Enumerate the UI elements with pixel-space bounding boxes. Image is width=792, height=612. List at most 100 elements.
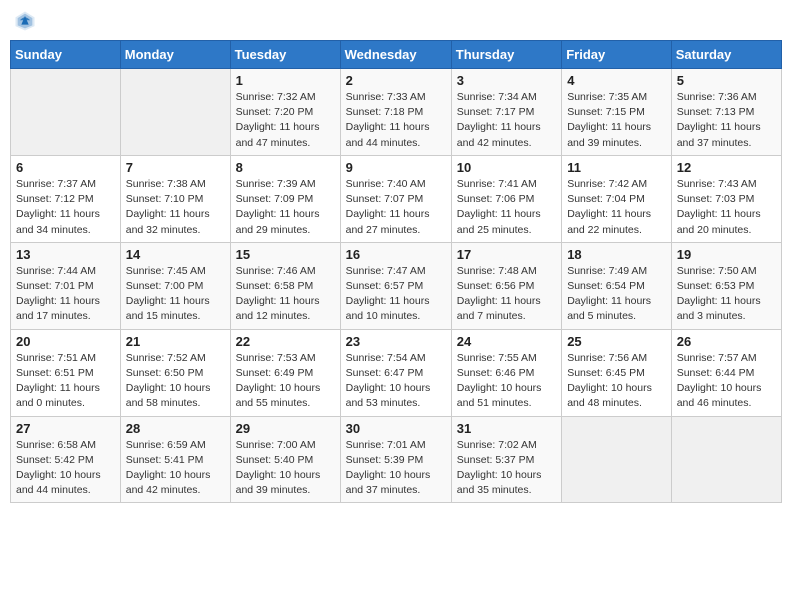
calendar-cell: 13 Sunrise: 7:44 AM Sunset: 7:01 PM Dayli… — [11, 242, 121, 329]
calendar-cell: 21 Sunrise: 7:52 AM Sunset: 6:50 PM Dayli… — [120, 329, 230, 416]
calendar-cell: 3 Sunrise: 7:34 AM Sunset: 7:17 PM Daylig… — [451, 69, 561, 156]
calendar-cell: 2 Sunrise: 7:33 AM Sunset: 7:18 PM Daylig… — [340, 69, 451, 156]
day-info: Sunrise: 7:54 AM Sunset: 6:47 PM Dayligh… — [346, 351, 446, 412]
calendar-cell: 18 Sunrise: 7:49 AM Sunset: 6:54 PM Dayli… — [562, 242, 672, 329]
day-info: Sunrise: 7:50 AM Sunset: 6:53 PM Dayligh… — [677, 264, 776, 325]
day-number: 13 — [16, 247, 115, 262]
week-row: 6 Sunrise: 7:37 AM Sunset: 7:12 PM Daylig… — [11, 155, 782, 242]
calendar-cell: 22Sunrise: 7:53 AM Sunset: 6:49 PM Dayli… — [230, 329, 340, 416]
calendar-cell: 12Sunrise: 7:43 AM Sunset: 7:03 PM Dayli… — [671, 155, 781, 242]
column-header-sunday: Sunday — [11, 41, 121, 69]
calendar-cell: 10 Sunrise: 7:41 AM Sunset: 7:06 PM Dayli… — [451, 155, 561, 242]
day-number: 16 — [346, 247, 446, 262]
day-number: 14 — [126, 247, 225, 262]
day-info: Sunrise: 7:02 AM Sunset: 5:37 PM Dayligh… — [457, 438, 556, 499]
day-number: 18 — [567, 247, 666, 262]
calendar-cell: 17 Sunrise: 7:48 AM Sunset: 6:56 PM Dayli… — [451, 242, 561, 329]
calendar-cell — [671, 416, 781, 503]
day-info: Sunrise: 7:34 AM Sunset: 7:17 PM Dayligh… — [457, 90, 556, 151]
calendar-cell: 28 Sunrise: 6:59 AM Sunset: 5:41 PM Dayli… — [120, 416, 230, 503]
column-header-friday: Friday — [562, 41, 672, 69]
week-row: 20 Sunrise: 7:51 AM Sunset: 6:51 PM Dayli… — [11, 329, 782, 416]
day-number: 17 — [457, 247, 556, 262]
day-info: Sunrise: 7:51 AM Sunset: 6:51 PM Dayligh… — [16, 351, 115, 412]
calendar-cell: 30Sunrise: 7:01 AM Sunset: 5:39 PM Dayli… — [340, 416, 451, 503]
calendar-cell: 7Sunrise: 7:38 AM Sunset: 7:10 PM Daylig… — [120, 155, 230, 242]
day-info: Sunrise: 7:46 AM Sunset: 6:58 PM Dayligh… — [236, 264, 335, 325]
day-info: Sunrise: 7:32 AM Sunset: 7:20 PM Dayligh… — [236, 90, 335, 151]
calendar-cell: 26 Sunrise: 7:57 AM Sunset: 6:44 PM Dayli… — [671, 329, 781, 416]
calendar-cell — [11, 69, 121, 156]
day-number: 19 — [677, 247, 776, 262]
day-info: Sunrise: 7:00 AM Sunset: 5:40 PM Dayligh… — [236, 438, 335, 499]
day-number: 6 — [16, 160, 115, 175]
day-info: Sunrise: 7:56 AM Sunset: 6:45 PM Dayligh… — [567, 351, 666, 412]
day-number: 4 — [567, 73, 666, 88]
calendar-cell: 1 Sunrise: 7:32 AM Sunset: 7:20 PM Daylig… — [230, 69, 340, 156]
calendar-cell: 24 Sunrise: 7:55 AM Sunset: 6:46 PM Dayli… — [451, 329, 561, 416]
logo — [14, 10, 38, 32]
day-info: Sunrise: 7:48 AM Sunset: 6:56 PM Dayligh… — [457, 264, 556, 325]
day-number: 26 — [677, 334, 776, 349]
day-info: Sunrise: 7:52 AM Sunset: 6:50 PM Dayligh… — [126, 351, 225, 412]
calendar-cell: 27 Sunrise: 6:58 AM Sunset: 5:42 PM Dayli… — [11, 416, 121, 503]
day-number: 20 — [16, 334, 115, 349]
day-number: 2 — [346, 73, 446, 88]
day-info: Sunrise: 7:40 AM Sunset: 7:07 PM Dayligh… — [346, 177, 446, 238]
calendar-cell: 25 Sunrise: 7:56 AM Sunset: 6:45 PM Dayli… — [562, 329, 672, 416]
column-header-thursday: Thursday — [451, 41, 561, 69]
day-number: 25 — [567, 334, 666, 349]
day-number: 8 — [236, 160, 335, 175]
week-row: 1 Sunrise: 7:32 AM Sunset: 7:20 PM Daylig… — [11, 69, 782, 156]
day-info: Sunrise: 7:36 AM Sunset: 7:13 PM Dayligh… — [677, 90, 776, 151]
day-info: Sunrise: 7:49 AM Sunset: 6:54 PM Dayligh… — [567, 264, 666, 325]
day-info: Sunrise: 7:57 AM Sunset: 6:44 PM Dayligh… — [677, 351, 776, 412]
day-number: 11 — [567, 160, 666, 175]
calendar-cell: 23Sunrise: 7:54 AM Sunset: 6:47 PM Dayli… — [340, 329, 451, 416]
day-number: 10 — [457, 160, 556, 175]
calendar-cell: 19 Sunrise: 7:50 AM Sunset: 6:53 PM Dayli… — [671, 242, 781, 329]
day-number: 28 — [126, 421, 225, 436]
day-info: Sunrise: 7:41 AM Sunset: 7:06 PM Dayligh… — [457, 177, 556, 238]
calendar-cell: 20 Sunrise: 7:51 AM Sunset: 6:51 PM Dayli… — [11, 329, 121, 416]
calendar-cell: 14 Sunrise: 7:45 AM Sunset: 7:00 PM Dayli… — [120, 242, 230, 329]
calendar-cell: 5 Sunrise: 7:36 AM Sunset: 7:13 PM Daylig… — [671, 69, 781, 156]
day-number: 12 — [677, 160, 776, 175]
calendar-table: SundayMondayTuesdayWednesdayThursdayFrid… — [10, 40, 782, 503]
day-number: 15 — [236, 247, 335, 262]
column-header-wednesday: Wednesday — [340, 41, 451, 69]
day-info: Sunrise: 7:35 AM Sunset: 7:15 PM Dayligh… — [567, 90, 666, 151]
calendar-cell: 4 Sunrise: 7:35 AM Sunset: 7:15 PM Daylig… — [562, 69, 672, 156]
calendar-cell: 9 Sunrise: 7:40 AM Sunset: 7:07 PM Daylig… — [340, 155, 451, 242]
day-info: Sunrise: 7:38 AM Sunset: 7:10 PM Dayligh… — [126, 177, 225, 238]
day-info: Sunrise: 7:37 AM Sunset: 7:12 PM Dayligh… — [16, 177, 115, 238]
column-header-tuesday: Tuesday — [230, 41, 340, 69]
calendar-cell: 16 Sunrise: 7:47 AM Sunset: 6:57 PM Dayli… — [340, 242, 451, 329]
day-number: 1 — [236, 73, 335, 88]
day-info: Sunrise: 7:01 AM Sunset: 5:39 PM Dayligh… — [346, 438, 446, 499]
day-info: Sunrise: 7:45 AM Sunset: 7:00 PM Dayligh… — [126, 264, 225, 325]
day-number: 27 — [16, 421, 115, 436]
day-info: Sunrise: 7:47 AM Sunset: 6:57 PM Dayligh… — [346, 264, 446, 325]
week-row: 27 Sunrise: 6:58 AM Sunset: 5:42 PM Dayli… — [11, 416, 782, 503]
calendar-cell: 8Sunrise: 7:39 AM Sunset: 7:09 PM Daylig… — [230, 155, 340, 242]
calendar-cell — [120, 69, 230, 156]
day-info: Sunrise: 7:42 AM Sunset: 7:04 PM Dayligh… — [567, 177, 666, 238]
day-number: 21 — [126, 334, 225, 349]
logo-icon — [14, 10, 36, 32]
day-info: Sunrise: 7:44 AM Sunset: 7:01 PM Dayligh… — [16, 264, 115, 325]
day-info: Sunrise: 6:58 AM Sunset: 5:42 PM Dayligh… — [16, 438, 115, 499]
calendar-cell: 29Sunrise: 7:00 AM Sunset: 5:40 PM Dayli… — [230, 416, 340, 503]
day-number: 24 — [457, 334, 556, 349]
day-number: 9 — [346, 160, 446, 175]
calendar-cell: 11 Sunrise: 7:42 AM Sunset: 7:04 PM Dayli… — [562, 155, 672, 242]
day-number: 3 — [457, 73, 556, 88]
day-number: 5 — [677, 73, 776, 88]
day-info: Sunrise: 7:33 AM Sunset: 7:18 PM Dayligh… — [346, 90, 446, 151]
day-info: Sunrise: 7:55 AM Sunset: 6:46 PM Dayligh… — [457, 351, 556, 412]
column-header-monday: Monday — [120, 41, 230, 69]
day-info: Sunrise: 6:59 AM Sunset: 5:41 PM Dayligh… — [126, 438, 225, 499]
day-number: 31 — [457, 421, 556, 436]
calendar-cell: 6 Sunrise: 7:37 AM Sunset: 7:12 PM Daylig… — [11, 155, 121, 242]
calendar-cell: 31 Sunrise: 7:02 AM Sunset: 5:37 PM Dayli… — [451, 416, 561, 503]
